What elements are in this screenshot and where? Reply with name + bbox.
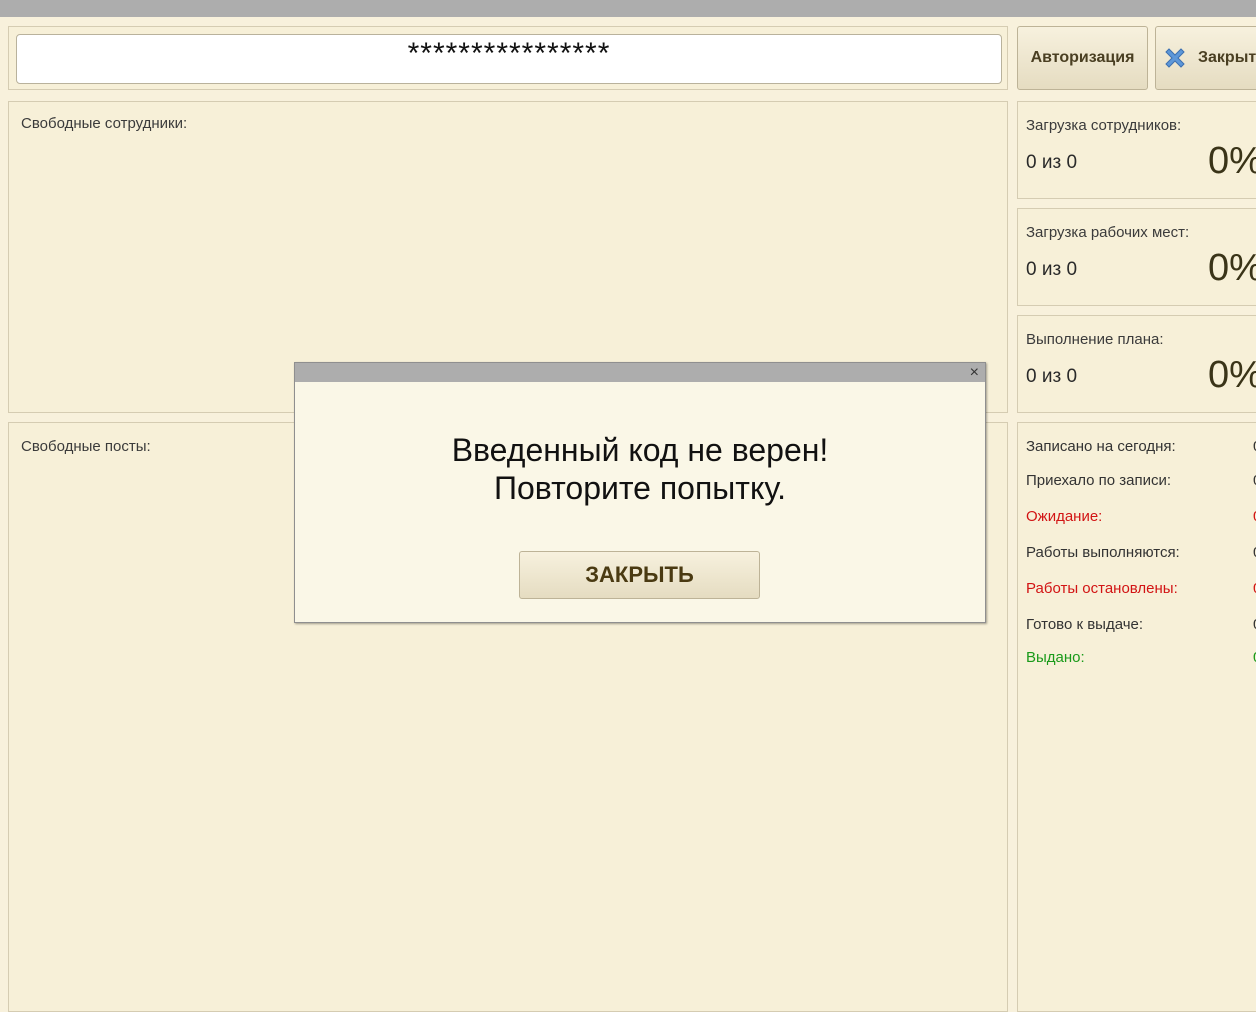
dialog-close-icon[interactable]: × xyxy=(970,363,979,382)
workplace-load-count: 0 из 0 xyxy=(1026,259,1078,280)
plan-completion-panel: Выполнение плана: 0 из 0 0% xyxy=(1017,315,1256,413)
dialog-message: Введенный код не верен! Повторите попытк… xyxy=(295,431,985,507)
counter-label-booked-today: Записано на сегодня: xyxy=(1026,438,1176,455)
dialog-message-line2: Повторите попытку. xyxy=(494,470,786,506)
plan-completion-count: 0 из 0 xyxy=(1026,366,1078,387)
counter-label-issued: Выдано: xyxy=(1026,649,1085,666)
workplace-load-percent: 0% xyxy=(1208,247,1256,289)
dialog-titlebar: × xyxy=(295,363,985,382)
plan-completion-caption: Выполнение плана: xyxy=(1026,331,1164,348)
workplace-load-panel: Загрузка рабочих мест: 0 из 0 0% xyxy=(1017,208,1256,306)
workplace-load-caption: Загрузка рабочих мест: xyxy=(1026,224,1190,241)
counter-label-ready: Готово к выдаче: xyxy=(1026,616,1144,633)
counter-label-arrived: Приехало по записи: xyxy=(1026,472,1172,489)
status-counters-panel: Записано на сегодня: 0 Приехало по запис… xyxy=(1017,422,1256,1012)
error-dialog: × Введенный код не верен! Повторите попы… xyxy=(294,362,986,623)
access-code-field[interactable]: **************** xyxy=(16,34,1002,84)
free-employees-label: Свободные сотрудники: xyxy=(21,115,188,132)
close-x-icon xyxy=(1165,48,1185,68)
close-button[interactable]: Закрыть xyxy=(1155,26,1256,90)
window-titlebar xyxy=(0,0,1256,17)
employee-load-count: 0 из 0 xyxy=(1026,152,1078,173)
counter-label-in-progress: Работы выполняются: xyxy=(1026,544,1180,561)
employee-load-caption: Загрузка сотрудников: xyxy=(1026,117,1182,134)
free-posts-label: Свободные посты: xyxy=(21,438,151,455)
plan-completion-percent: 0% xyxy=(1208,354,1256,396)
close-button-label: Закрыть xyxy=(1198,49,1256,66)
dialog-message-line1: Введенный код не верен! xyxy=(451,432,829,468)
counter-label-stopped: Работы остановлены: xyxy=(1026,580,1178,597)
dialog-close-button[interactable]: ЗАКРЫТЬ xyxy=(519,551,760,599)
employee-load-panel: Загрузка сотрудников: 0 из 0 0% xyxy=(1017,101,1256,199)
authorization-button[interactable]: Авторизация xyxy=(1017,26,1148,90)
counter-label-waiting: Ожидание: xyxy=(1026,508,1103,525)
code-panel: **************** xyxy=(8,26,1008,90)
employee-load-percent: 0% xyxy=(1208,140,1256,182)
